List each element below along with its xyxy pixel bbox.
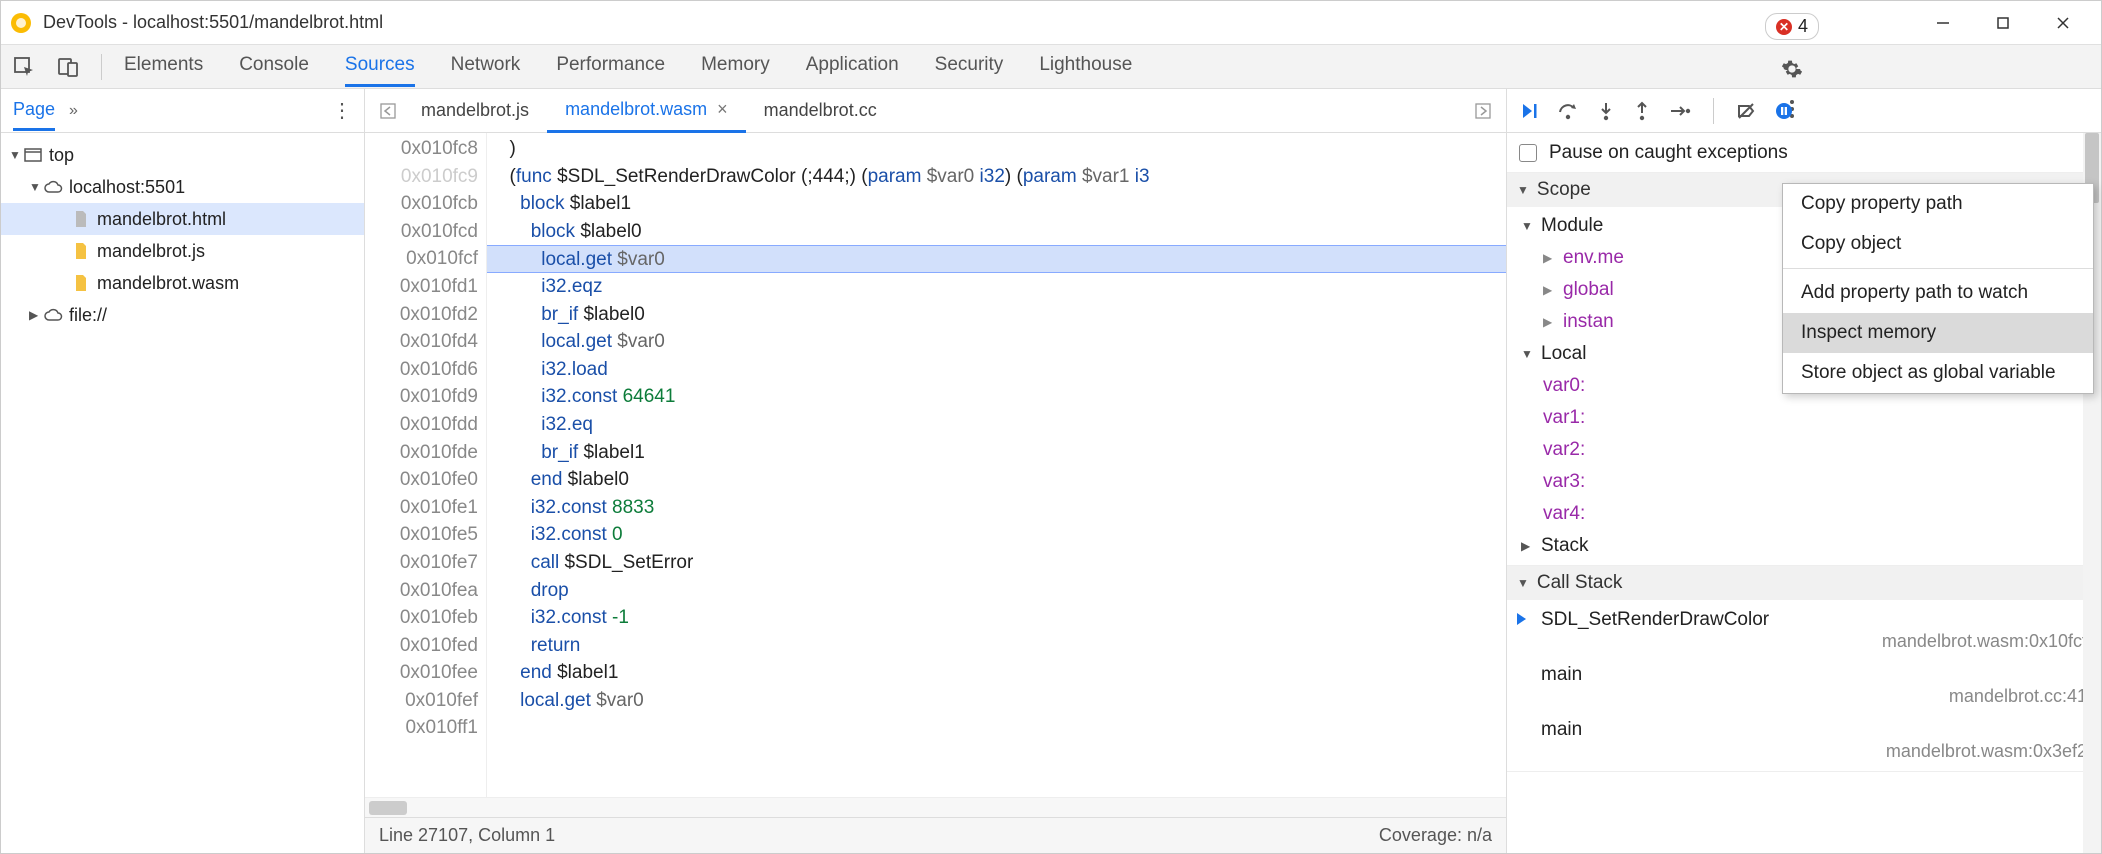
debugger-toolbar: [1507, 89, 2101, 133]
tree-file-js[interactable]: mandelbrot.js: [1, 235, 364, 267]
error-icon: ✕: [1776, 19, 1792, 35]
editor-tab-wasm[interactable]: mandelbrot.wasm×: [547, 89, 746, 133]
close-tab-icon[interactable]: ×: [717, 99, 728, 120]
settings-icon[interactable]: [1781, 58, 1803, 80]
tree-file-host[interactable]: ▶ file://: [1, 299, 364, 331]
file-icon: [71, 210, 91, 228]
file-icon: [71, 242, 91, 260]
editor-tab-js[interactable]: mandelbrot.js: [403, 89, 547, 133]
resume-icon[interactable]: [1519, 101, 1539, 121]
scope-var[interactable]: var1:: [1507, 402, 2101, 434]
file-tree: ▼ top ▼ localhost:5501 mandelbrot.html m…: [1, 133, 364, 853]
panel-tabs: Elements Console Sources Network Perform…: [124, 46, 1473, 87]
tree-file-wasm[interactable]: mandelbrot.wasm: [1, 267, 364, 299]
scope-var[interactable]: var3:: [1507, 466, 2101, 498]
debugger-pane: Pause on caught exceptions ▼Scope ▼Modul…: [1507, 89, 2101, 853]
tab-application[interactable]: Application: [806, 46, 899, 87]
scope-var[interactable]: var4:: [1507, 498, 2101, 530]
navigator-pane: Page » ⋮ ▼ top ▼ localhost:5501 m: [1, 89, 365, 853]
nav-forward-icon[interactable]: [1468, 102, 1498, 120]
editor-statusbar: Line 27107, Column 1 Coverage: n/a: [365, 817, 1506, 853]
editor-tabs: mandelbrot.js mandelbrot.wasm× mandelbro…: [365, 89, 1506, 133]
pause-exceptions-icon[interactable]: [1774, 101, 1794, 121]
inspect-element-icon[interactable]: [13, 56, 35, 78]
window-icon: [23, 148, 43, 162]
main-toolbar: Elements Console Sources Network Perform…: [1, 45, 2101, 89]
step-over-icon[interactable]: [1557, 101, 1579, 121]
devtools-app-icon: [9, 11, 33, 35]
scope-var[interactable]: var2:: [1507, 434, 2101, 466]
pause-on-caught-row[interactable]: Pause on caught exceptions: [1507, 133, 2101, 173]
menu-item[interactable]: Copy object: [1783, 224, 2093, 264]
tab-lighthouse[interactable]: Lighthouse: [1039, 46, 1132, 87]
callstack-frame[interactable]: mainmandelbrot.wasm:0x3ef2: [1507, 713, 2101, 768]
tab-sources[interactable]: Sources: [345, 46, 415, 87]
checkbox[interactable]: [1519, 144, 1537, 162]
code-area[interactable]: ) (func $SDL_SetRenderDrawColor (;444;) …: [487, 133, 1506, 797]
cloud-icon: [43, 308, 63, 322]
tab-memory[interactable]: Memory: [701, 46, 770, 87]
step-into-icon[interactable]: [1597, 101, 1615, 121]
gutter[interactable]: 0x010fc80x010fc90x010fcb0x010fcd0x010fcf…: [365, 133, 487, 797]
tree-file-html[interactable]: mandelbrot.html: [1, 203, 364, 235]
menu-item[interactable]: Store object as global variable: [1783, 353, 2093, 393]
menu-item[interactable]: Copy property path: [1783, 184, 2093, 224]
step-icon[interactable]: [1669, 103, 1691, 119]
cursor-position: Line 27107, Column 1: [379, 825, 555, 846]
menu-item[interactable]: Add property path to watch: [1783, 273, 2093, 313]
devtools-window: DevTools - localhost:5501/mandelbrot.htm…: [0, 0, 2102, 854]
tab-security[interactable]: Security: [935, 46, 1004, 87]
tab-performance[interactable]: Performance: [556, 46, 665, 87]
menu-divider: [1783, 268, 2093, 269]
tab-elements[interactable]: Elements: [124, 46, 203, 87]
editor-pane: mandelbrot.js mandelbrot.wasm× mandelbro…: [365, 89, 1507, 853]
page-subtab[interactable]: Page: [13, 91, 55, 131]
coverage-status: Coverage: n/a: [1379, 825, 1492, 846]
tab-network[interactable]: Network: [451, 46, 521, 87]
cloud-icon: [43, 180, 63, 194]
tab-console[interactable]: Console: [239, 46, 309, 87]
error-count-badge[interactable]: ✕ 4: [1765, 13, 1819, 40]
scrollbar-thumb[interactable]: [369, 801, 407, 815]
menu-item[interactable]: Inspect memory: [1783, 313, 2093, 353]
step-out-icon[interactable]: [1633, 101, 1651, 121]
tree-host[interactable]: ▼ localhost:5501: [1, 171, 364, 203]
deactivate-breakpoints-icon[interactable]: [1736, 101, 1756, 121]
device-toggle-icon[interactable]: [57, 56, 79, 78]
error-count: 4: [1798, 16, 1808, 37]
more-subtabs-icon[interactable]: »: [69, 102, 78, 120]
file-icon: [71, 274, 91, 292]
code-editor[interactable]: 0x010fc80x010fc90x010fcb0x010fcd0x010fcf…: [365, 133, 1506, 797]
context-menu: Copy property pathCopy object Add propert…: [1782, 183, 2094, 394]
editor-tab-cc[interactable]: mandelbrot.cc: [746, 89, 895, 133]
navigator-menu-icon[interactable]: ⋮: [332, 98, 352, 123]
callstack-header[interactable]: ▼Call Stack: [1507, 566, 2101, 600]
horizontal-scrollbar[interactable]: [365, 797, 1506, 817]
callstack-frame[interactable]: mainmandelbrot.cc:41: [1507, 658, 2101, 713]
nav-back-icon[interactable]: [373, 102, 403, 120]
callstack-frame[interactable]: SDL_SetRenderDrawColormandelbrot.wasm:0x…: [1507, 603, 2101, 658]
callstack-section: ▼Call Stack SDL_SetRenderDrawColormandel…: [1507, 566, 2101, 772]
separator: [101, 54, 102, 80]
scope-stack[interactable]: ▶Stack: [1507, 530, 2101, 562]
tree-top[interactable]: ▼ top: [1, 139, 364, 171]
